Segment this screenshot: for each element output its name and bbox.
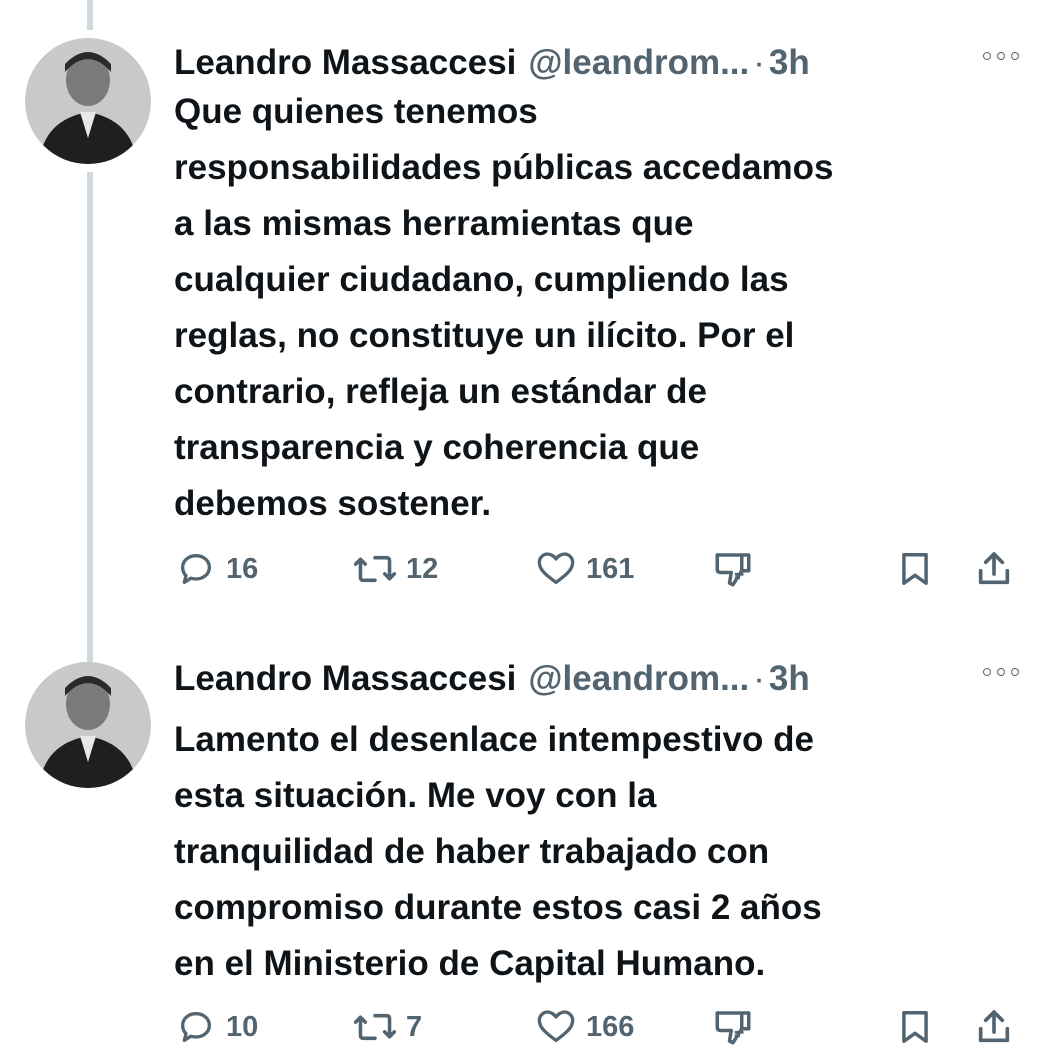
tweet[interactable]: Leandro Massaccesi @leandrom... · 3h Lam… <box>0 654 1047 1054</box>
thread-line <box>87 0 93 30</box>
tweet-text-line: a las mismas herramientas que <box>174 204 694 243</box>
author-handle[interactable]: @leandrom... <box>528 654 749 704</box>
retweet-icon <box>354 1013 396 1041</box>
author-handle[interactable]: @leandrom... <box>528 38 749 88</box>
tweet-text-line: contrario, refleja un estándar de <box>174 372 707 411</box>
tweet-text-line: en el Ministerio de Capital Humano. <box>174 944 766 983</box>
share-button[interactable] <box>974 1002 1014 1052</box>
like-icon <box>537 552 575 584</box>
reply-button[interactable]: 10 <box>176 1002 258 1052</box>
more-icon[interactable] <box>983 52 1019 60</box>
tweet-text: Lamento el desenlace intempestivo de est… <box>174 712 1014 992</box>
retweet-count: 12 <box>406 552 439 585</box>
timestamp[interactable]: 3h <box>769 654 810 704</box>
reply-count: 10 <box>226 1010 259 1043</box>
share-icon <box>978 552 1010 585</box>
tweet[interactable]: Leandro Massaccesi @leandrom... · 3h Que… <box>0 38 1047 608</box>
avatar[interactable] <box>25 38 151 164</box>
dislike-button[interactable] <box>712 544 754 594</box>
tweet-text: Que quienes tenemos responsabilidades pú… <box>174 84 1014 532</box>
more-icon[interactable] <box>983 668 1019 676</box>
avatar[interactable] <box>25 662 151 788</box>
tweet-text-line: tranquilidad de haber trabajado con <box>174 832 770 871</box>
action-bar: 10 7 166 <box>174 1002 1024 1052</box>
like-count: 161 <box>586 552 635 585</box>
like-button[interactable]: 166 <box>536 1002 634 1052</box>
reply-count: 16 <box>226 552 259 585</box>
separator-dot: · <box>753 659 765 698</box>
reply-icon <box>181 554 211 584</box>
dislike-icon <box>715 553 751 587</box>
tweet-text-line: Que quienes tenemos <box>174 92 538 131</box>
bookmark-icon <box>902 1011 928 1043</box>
tweet-text-line: debemos sostener. <box>174 484 492 523</box>
separator-dot: · <box>753 43 765 82</box>
retweet-button[interactable]: 7 <box>354 1002 422 1052</box>
like-count: 166 <box>586 1010 635 1043</box>
tweet-text-line: transparencia y coherencia que <box>174 428 700 467</box>
tweet-text-line: compromiso durante estos casi 2 años <box>174 888 822 927</box>
reply-icon <box>181 1012 211 1042</box>
bookmark-icon <box>902 553 928 585</box>
timestamp[interactable]: 3h <box>769 38 810 88</box>
retweet-icon <box>354 555 396 583</box>
retweet-button[interactable]: 12 <box>354 544 438 594</box>
action-bar: 16 12 161 <box>174 544 1024 594</box>
author-name[interactable]: Leandro Massaccesi <box>174 654 516 704</box>
like-icon <box>537 1010 575 1042</box>
reply-button[interactable]: 16 <box>176 544 258 594</box>
dislike-icon <box>715 1011 751 1045</box>
tweet-text-line: Lamento el desenlace intempestivo de <box>174 720 814 759</box>
tweet-text-line: cualquier ciudadano, cumpliendo las <box>174 260 789 299</box>
like-button[interactable]: 161 <box>536 544 634 594</box>
tweet-text-line: reglas, no constituye un ilícito. Por el <box>174 316 795 355</box>
author-name[interactable]: Leandro Massaccesi <box>174 38 516 88</box>
bookmark-button[interactable] <box>896 544 934 594</box>
tweet-text-line: esta situación. Me voy con la <box>174 776 657 815</box>
share-icon <box>978 1010 1010 1043</box>
tweet-header: Leandro Massaccesi @leandrom... · 3h <box>174 654 810 704</box>
tweet-header: Leandro Massaccesi @leandrom... · 3h <box>174 38 810 88</box>
retweet-count: 7 <box>406 1010 423 1043</box>
dislike-button[interactable] <box>712 1002 754 1052</box>
share-button[interactable] <box>974 544 1014 594</box>
tweet-text-line: responsabilidades públicas accedamos <box>174 148 834 187</box>
bookmark-button[interactable] <box>896 1002 934 1052</box>
